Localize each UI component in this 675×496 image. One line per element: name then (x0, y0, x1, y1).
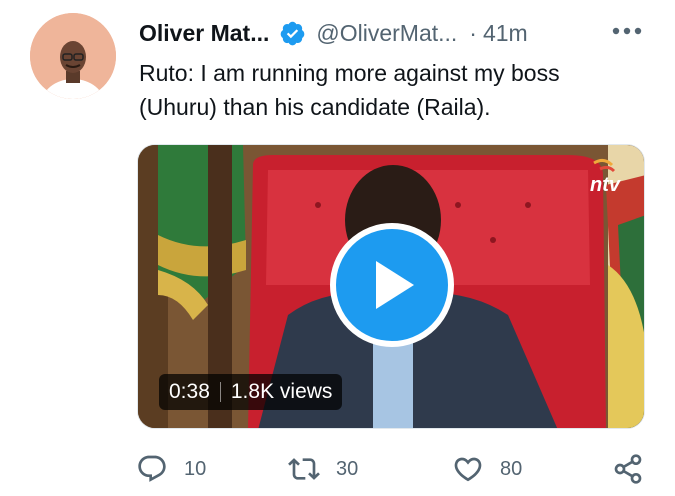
like-count: 80 (500, 457, 523, 480)
header-separator: · (469, 19, 477, 46)
author-handle[interactable]: @OliverMat... (316, 20, 457, 47)
like-button[interactable]: 80 (452, 450, 522, 488)
more-options-icon[interactable] (610, 18, 644, 44)
heart-icon (454, 457, 482, 482)
tweet-time[interactable]: 41m (483, 20, 528, 47)
author-name[interactable]: Oliver Mat... (139, 20, 269, 47)
video-player[interactable]: ntv 0:38 1.8K views (137, 144, 645, 429)
reply-icon (138, 455, 166, 482)
tweet-header: Oliver Mat... @OliverMat... · 41m (139, 14, 528, 52)
user-avatar-icon (30, 13, 116, 99)
retweet-count: 30 (336, 457, 359, 480)
share-icon (614, 454, 642, 484)
video-duration: 0:38 (169, 380, 210, 403)
tweet-actions: 10 30 80 (136, 450, 648, 488)
share-button[interactable] (612, 450, 644, 488)
reply-button[interactable]: 10 (136, 450, 206, 488)
retweet-button[interactable]: 30 (288, 450, 358, 488)
video-info-badge: 0:38 1.8K views (159, 374, 343, 410)
reply-count: 10 (184, 457, 207, 480)
badge-divider (219, 382, 221, 402)
play-icon (376, 261, 414, 309)
avatar[interactable] (30, 13, 116, 99)
svg-text:ntv: ntv (590, 174, 622, 196)
retweet-icon (288, 458, 320, 480)
play-button[interactable] (330, 223, 454, 347)
tweet-text: Ruto: I am running more against my boss … (139, 60, 560, 120)
video-views: 1.8K views (230, 380, 333, 403)
verified-badge-icon (281, 21, 305, 45)
ntv-logo: ntv (586, 157, 634, 197)
